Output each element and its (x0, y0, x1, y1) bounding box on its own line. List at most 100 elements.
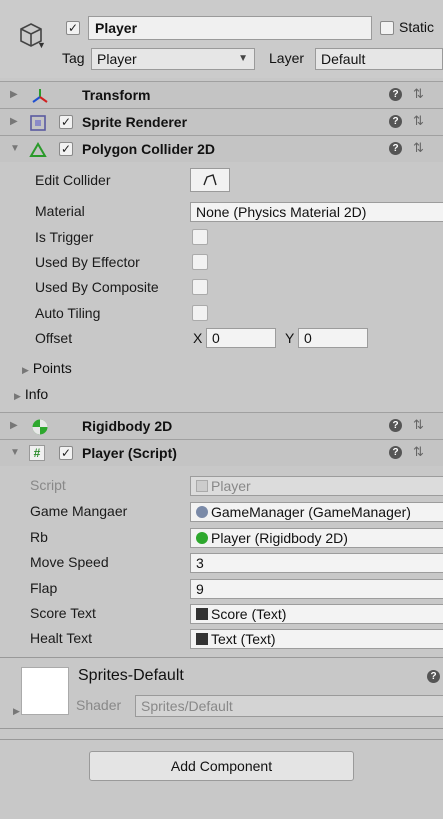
settings-sliders-icon[interactable]: ⇅ (413, 417, 424, 433)
rb-field[interactable]: Player (Rigidbody 2D) (190, 528, 443, 548)
foldout-arrow-icon[interactable]: ▶ (10, 116, 18, 127)
is-trigger-checkbox[interactable] (192, 229, 208, 245)
healt-text-label: Healt Text (30, 630, 92, 646)
offset-x-label: X (193, 330, 203, 346)
points-foldout[interactable]: ▶ Points (22, 360, 72, 376)
shader-dropdown[interactable]: Sprites/Default (135, 695, 443, 717)
help-icon[interactable]: ? (389, 142, 402, 155)
tag-dropdown[interactable]: Player ▼ (91, 48, 255, 70)
move-speed-field[interactable]: 3 (190, 553, 443, 573)
settings-sliders-icon[interactable]: ⇅ (413, 86, 424, 102)
settings-sliders-icon[interactable]: ⇅ (413, 113, 424, 129)
divider (0, 657, 443, 658)
gamemanager-object-icon (196, 506, 208, 518)
static-checkbox[interactable] (380, 21, 394, 35)
points-label: Points (32, 360, 72, 376)
rb-value: Player (Rigidbody 2D) (211, 530, 348, 546)
sprite-renderer-title: Sprite Renderer (82, 114, 188, 130)
offset-x-field[interactable]: 0 (206, 328, 276, 348)
rigidbody-title: Rigidbody 2D (82, 418, 173, 434)
foldout-arrow-icon: ▶ (22, 365, 29, 375)
flap-field[interactable]: 9 (190, 579, 443, 599)
help-icon[interactable]: ? (389, 115, 402, 128)
used-by-composite-label: Used By Composite (35, 279, 159, 295)
settings-sliders-icon[interactable]: ⇅ (413, 444, 424, 460)
script-field: Player (190, 476, 443, 496)
score-text-field[interactable]: Score (Text) (190, 604, 443, 624)
script-hash-icon: # (29, 445, 45, 461)
player-script-enabled-checkbox[interactable]: ✓ (59, 446, 73, 460)
rb-label: Rb (30, 529, 48, 545)
polygon-collider-enabled-checkbox[interactable]: ✓ (59, 142, 73, 156)
rigidbody-icon (32, 419, 48, 435)
layer-label: Layer (269, 50, 305, 66)
shader-value: Sprites/Default (141, 698, 233, 714)
help-icon[interactable]: ? (389, 88, 402, 101)
healt-text-field[interactable]: Text (Text) (190, 629, 443, 649)
sprite-renderer-icon (30, 115, 46, 131)
help-icon[interactable]: ? (389, 446, 402, 459)
material-name: Sprites-Default (78, 667, 184, 684)
foldout-arrow-icon: ▶ (14, 391, 21, 401)
edit-collider-button[interactable] (190, 168, 230, 192)
help-icon[interactable]: ? (427, 670, 440, 683)
script-label: Script (30, 477, 66, 493)
settings-sliders-icon[interactable]: ⇅ (413, 140, 424, 156)
flap-label: Flap (30, 580, 58, 596)
offset-y-label: Y (285, 330, 295, 346)
offset-label: Offset (35, 330, 73, 346)
auto-tiling-label: Auto Tiling (35, 305, 101, 321)
foldout-arrow-expanded-icon[interactable]: ▼ (10, 143, 20, 154)
move-speed-label: Move Speed (30, 554, 109, 570)
transform-title: Transform (82, 87, 151, 103)
tag-value: Player (97, 51, 137, 67)
material-preview-thumbnail[interactable] (21, 667, 69, 715)
offset-y-field[interactable]: 0 (298, 328, 368, 348)
divider (0, 728, 443, 729)
used-by-composite-checkbox[interactable] (192, 279, 208, 295)
sprite-renderer-enabled-checkbox[interactable]: ✓ (59, 115, 73, 129)
info-foldout[interactable]: ▶ Info (14, 386, 48, 402)
polygon-collider-title: Polygon Collider 2D (82, 141, 216, 157)
script-file-icon (196, 480, 208, 492)
sprite-renderer-component-header[interactable]: ▶ ✓ Sprite Renderer ? ⇅ (0, 108, 443, 135)
active-checkbox[interactable]: ✓ (66, 21, 80, 35)
help-icon[interactable]: ? (389, 419, 402, 432)
healt-text-value: Text (Text) (211, 631, 276, 647)
transform-axes-icon (32, 89, 48, 103)
material-field[interactable]: None (Physics Material 2D) (190, 202, 443, 222)
layer-value: Default (321, 51, 366, 67)
auto-tiling-checkbox[interactable] (192, 305, 208, 321)
add-component-button[interactable]: Add Component (89, 751, 354, 781)
edit-collider-icon (203, 174, 217, 186)
player-script-component-header[interactable]: ▼ # ✓ Player (Script) ? ⇅ (0, 439, 443, 466)
static-label: Static (399, 19, 435, 35)
inspector-panel: ▼ ✓ Player Static Tag Player ▼ Layer Def… (0, 0, 443, 819)
icon-dropdown-caret-icon[interactable]: ▼ (37, 40, 46, 50)
rigidbody-component-header[interactable]: ▶ Rigidbody 2D ? ⇅ (0, 412, 443, 439)
text-component-icon (196, 608, 208, 620)
foldout-arrow-expanded-icon[interactable]: ▼ (10, 447, 20, 458)
polygon-collider-icon (29, 142, 47, 157)
foldout-arrow-icon[interactable]: ▶ (10, 420, 18, 431)
layer-dropdown[interactable]: Default (315, 48, 443, 70)
name-field[interactable]: Player (88, 16, 372, 40)
script-value: Player (211, 478, 251, 494)
foldout-arrow-icon[interactable]: ▶ (10, 89, 18, 100)
transform-component-header[interactable]: ▶ Transform ? ⇅ (0, 81, 443, 108)
edit-collider-label: Edit Collider (35, 172, 111, 188)
score-text-value: Score (Text) (211, 606, 287, 622)
material-label: Material (35, 203, 85, 219)
text-component-icon (196, 633, 208, 645)
rigidbody-small-icon (196, 532, 208, 544)
used-by-effector-label: Used By Effector (35, 254, 140, 270)
game-manager-label: Game Mangaer (30, 503, 128, 519)
gameobject-header: ▼ ✓ Player Static Tag Player ▼ Layer Def… (0, 0, 443, 78)
used-by-effector-checkbox[interactable] (192, 254, 208, 270)
game-manager-field[interactable]: GameManager (GameManager) (190, 502, 443, 522)
polygon-collider-component-header[interactable]: ▼ ✓ Polygon Collider 2D ? ⇅ (0, 135, 443, 162)
player-script-title: Player (Script) (82, 445, 177, 461)
chevron-down-icon: ▼ (238, 53, 248, 64)
divider (0, 739, 443, 740)
foldout-arrow-icon[interactable]: ▶ (13, 706, 20, 717)
